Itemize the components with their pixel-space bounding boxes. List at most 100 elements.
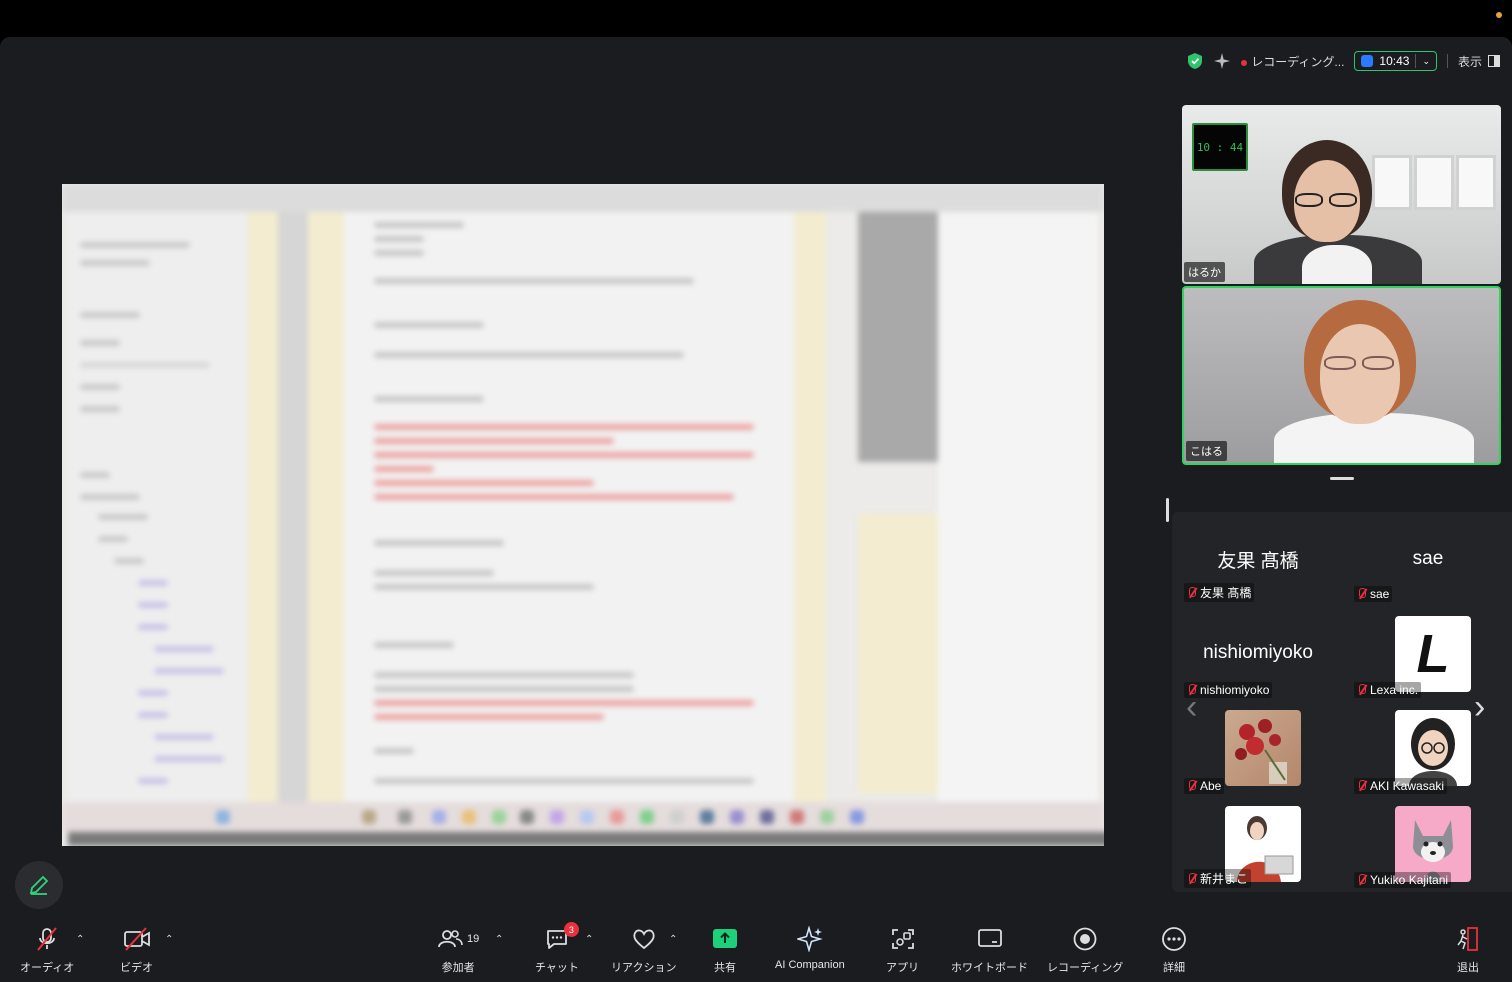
- chat-options-caret-icon[interactable]: ⌃: [585, 934, 593, 945]
- gallery-next-arrow-icon[interactable]: ›: [1474, 688, 1485, 727]
- person-shirt: [1302, 245, 1372, 284]
- illustrated-avatar: [1395, 806, 1471, 882]
- window-indicator-dot: [1496, 12, 1502, 18]
- resize-handle-horizontal[interactable]: [1330, 477, 1354, 480]
- chevron-down-icon[interactable]: ⌄: [1422, 56, 1430, 67]
- leave-button[interactable]: 退出: [1455, 926, 1481, 975]
- status-bar: レコーディング... 10:43 ⌄ 表示: [1187, 50, 1500, 72]
- recording-indicator[interactable]: レコーディング...: [1241, 53, 1344, 70]
- shared-tab-bar: [62, 184, 1104, 212]
- apps-icon: [891, 929, 914, 949]
- share-screen-icon: [713, 929, 737, 948]
- gallery-tile[interactable]: 新井まこ: [1178, 798, 1338, 888]
- video-options-caret-icon[interactable]: ⌃: [165, 934, 173, 945]
- wolf-illustration: [1413, 820, 1453, 882]
- participant-name-tag: こはる: [1186, 441, 1227, 461]
- audio-button[interactable]: オーディオ: [20, 926, 74, 975]
- shared-document: [344, 212, 794, 812]
- person-illustration: [1409, 718, 1457, 786]
- ai-sparkle-icon: [796, 926, 823, 952]
- video-button[interactable]: ビデオ: [120, 926, 153, 975]
- clock-icon: [1361, 55, 1374, 67]
- mic-muted-icon: [1187, 872, 1197, 885]
- gallery-prev-arrow-icon[interactable]: ‹: [1186, 688, 1197, 727]
- mic-muted-icon: [1357, 780, 1367, 792]
- apps-button[interactable]: アプリ: [886, 926, 919, 975]
- participant-label: AKI Kawasaki: [1354, 778, 1448, 794]
- participant-label: sae: [1354, 586, 1393, 602]
- timer-value: 10:43: [1379, 54, 1410, 68]
- participants-options-caret-icon[interactable]: ⌃: [495, 934, 503, 945]
- overlay-clock: 10 : 44: [1192, 123, 1248, 171]
- mic-muted-icon: [1357, 874, 1367, 886]
- gallery-tile[interactable]: Abe: [1178, 704, 1338, 794]
- flower-image: [1235, 719, 1287, 784]
- title-bar: [0, 0, 1512, 37]
- participant-label: 新井まこ: [1184, 869, 1252, 888]
- shared-bottom-bar: [68, 832, 1104, 846]
- lexa-logo: L: [1395, 616, 1471, 692]
- heart-icon: [633, 929, 655, 950]
- gallery-tile[interactable]: sae sae: [1348, 512, 1508, 602]
- pencil-icon: [29, 875, 49, 895]
- gallery-tile[interactable]: L Lexa inc.: [1348, 608, 1508, 698]
- view-label: 表示: [1457, 54, 1482, 69]
- video-tile-koharu[interactable]: こはる: [1182, 286, 1501, 465]
- meeting-timer[interactable]: 10:43 ⌄: [1354, 51, 1437, 71]
- gallery-tile[interactable]: nishiomiyoko nishiomiyoko: [1178, 608, 1338, 698]
- chat-unread-badge: 3: [563, 922, 579, 937]
- gallery-tile[interactable]: 友果 髙橋 友果 髙橋: [1178, 512, 1338, 602]
- mic-muted-icon: [1357, 588, 1367, 600]
- layout-icon: [1488, 55, 1500, 67]
- participant-gallery: 友果 髙橋 友果 髙橋 sae sae nishiomiyoko nishiom…: [1172, 512, 1512, 892]
- mic-muted-icon: [37, 927, 57, 951]
- view-button[interactable]: 表示: [1458, 53, 1500, 70]
- participants-count: 19: [467, 933, 480, 945]
- reactions-button[interactable]: リアクション: [611, 926, 676, 975]
- shared-dock: [62, 802, 1104, 832]
- more-button[interactable]: 詳細: [1161, 926, 1187, 975]
- encryption-shield-icon[interactable]: [1187, 52, 1203, 70]
- participant-label: 友果 髙橋: [1184, 583, 1255, 602]
- shared-margin: [278, 212, 308, 812]
- illustrated-avatar: [1395, 710, 1471, 786]
- recording-dot-icon: [1241, 59, 1248, 66]
- shared-screen[interactable]: [62, 184, 1104, 846]
- participants-button[interactable]: 19 参加者: [437, 926, 479, 975]
- chat-button[interactable]: 3 チャット: [535, 922, 579, 975]
- mic-muted-icon: [1187, 586, 1197, 599]
- participant-label: Lexa inc.: [1354, 682, 1422, 698]
- whiteboard-button[interactable]: ホワイトボード: [951, 926, 1028, 975]
- shared-margin: [248, 212, 278, 812]
- whiteboard-icon: [977, 929, 1002, 947]
- ai-sparkle-icon[interactable]: [1213, 52, 1231, 70]
- shared-margin: [794, 212, 826, 812]
- reactions-options-caret-icon[interactable]: ⌃: [669, 934, 677, 945]
- participants-icon: [438, 930, 463, 948]
- shared-screen-content: [62, 184, 1104, 846]
- participant-display-name: nishiomiyoko: [1203, 642, 1313, 663]
- shared-margin: [308, 212, 344, 812]
- annotate-button[interactable]: [15, 861, 63, 909]
- shared-right-panel: [938, 212, 1098, 812]
- shared-dark-panel: [858, 212, 938, 462]
- background-window: [1414, 155, 1454, 210]
- audio-options-caret-icon[interactable]: ⌃: [76, 934, 84, 945]
- background-window: [1456, 155, 1496, 210]
- glasses: [1324, 356, 1356, 370]
- gallery-tile[interactable]: Yukiko Kajitani: [1348, 798, 1508, 888]
- participant-label: Abe: [1184, 778, 1225, 794]
- mic-muted-icon: [1357, 684, 1367, 696]
- flower-photo-avatar: [1225, 710, 1301, 786]
- more-icon: [1162, 927, 1186, 951]
- share-screen-button[interactable]: 共有: [712, 926, 738, 975]
- recording-button[interactable]: レコーディング: [1047, 926, 1123, 975]
- participant-name-tag: はるか: [1184, 262, 1225, 282]
- video-tile-haruka[interactable]: 10 : 44 はるか: [1182, 105, 1501, 284]
- record-icon: [1073, 927, 1097, 951]
- shared-yellow-panel: [858, 514, 938, 794]
- ai-companion-button[interactable]: AI Companion: [775, 926, 845, 971]
- mic-muted-icon: [1187, 780, 1197, 792]
- background-window: [1372, 155, 1412, 210]
- resize-handle-vertical[interactable]: [1166, 498, 1169, 522]
